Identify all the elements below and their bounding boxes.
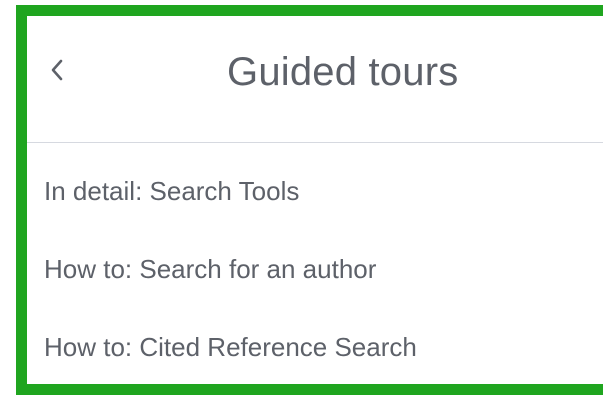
tour-item-search-author[interactable]: How to: Search for an author	[44, 249, 376, 289]
tour-item-search-tools[interactable]: In detail: Search Tools	[44, 171, 299, 211]
guided-tours-panel: Guided tours In detail: Search Tools How…	[16, 5, 603, 395]
back-button[interactable]	[44, 52, 70, 88]
panel-header: Guided tours	[27, 16, 603, 143]
tour-item-cited-reference-search[interactable]: How to: Cited Reference Search	[44, 327, 417, 367]
chevron-left-icon	[50, 59, 64, 81]
panel-title: Guided tours	[227, 50, 459, 94]
